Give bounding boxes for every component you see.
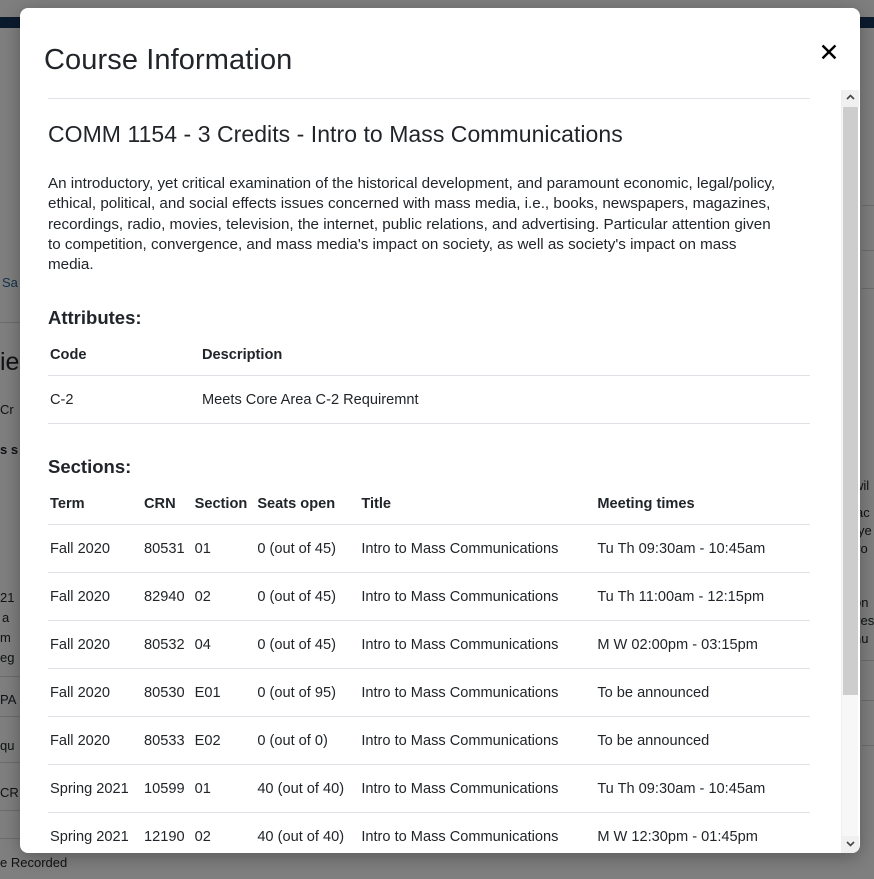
table-cell: Fall 2020 [48,669,142,717]
section-row: Spring 2021105990140 (out of 40)Intro to… [48,765,810,813]
table-cell: Intro to Mass Communications [359,525,595,573]
column-header: Code [48,343,200,376]
column-header: Meeting times [595,492,810,525]
table-cell: Intro to Mass Communications [359,621,595,669]
dialog-scrollbar[interactable] [841,90,858,853]
course-heading: COMM 1154 - 3 Credits - Intro to Mass Co… [48,121,804,148]
table-cell: Intro to Mass Communications [359,669,595,717]
table-cell: Fall 2020 [48,573,142,621]
column-header: Term [48,492,142,525]
attributes-header-row: CodeDescription [48,343,810,376]
attributes-heading: Attributes: [48,307,804,329]
section-row: Fall 202080531010 (out of 45)Intro to Ma… [48,525,810,573]
table-cell: 0 (out of 45) [255,621,359,669]
table-cell: E01 [193,669,256,717]
scrollbar-thumb[interactable] [843,107,858,695]
table-cell: C-2 [48,376,200,424]
section-row: Spring 2021121900240 (out of 40)Intro to… [48,813,810,853]
table-cell: 01 [193,765,256,813]
column-header: Seats open [255,492,359,525]
table-cell: 82940 [142,573,193,621]
table-cell: Fall 2020 [48,717,142,765]
sections-table: TermCRNSectionSeats openTitleMeeting tim… [48,492,810,853]
table-cell: Tu Th 09:30am - 10:45am [595,765,810,813]
table-cell: 10599 [142,765,193,813]
course-description: An introductory, yet critical examinatio… [48,174,781,275]
chevron-down-icon[interactable] [842,836,859,853]
table-cell: 0 (out of 95) [255,669,359,717]
table-cell: 02 [193,573,256,621]
table-cell: Intro to Mass Communications [359,717,595,765]
table-cell: 40 (out of 40) [255,765,359,813]
table-cell: 80533 [142,717,193,765]
sections-heading: Sections: [48,456,804,478]
course-information-dialog: Course Information ✕ COMM 1154 - 3 Credi… [20,8,860,853]
section-row: Fall 202080532040 (out of 45)Intro to Ma… [48,621,810,669]
table-cell: Tu Th 09:30am - 10:45am [595,525,810,573]
table-cell: Tu Th 11:00am - 12:15pm [595,573,810,621]
table-cell: To be announced [595,717,810,765]
table-cell: M W 12:30pm - 01:45pm [595,813,810,853]
table-cell: 40 (out of 40) [255,813,359,853]
sections-header-row: TermCRNSectionSeats openTitleMeeting tim… [48,492,810,525]
table-cell: Fall 2020 [48,525,142,573]
attribute-row: C-2Meets Core Area C-2 Requiremnt [48,376,810,424]
column-header: Title [359,492,595,525]
header-divider [48,98,810,99]
attributes-table: CodeDescription C-2Meets Core Area C-2 R… [48,343,810,424]
table-cell: 0 (out of 45) [255,525,359,573]
table-cell: Intro to Mass Communications [359,573,595,621]
table-cell: Intro to Mass Communications [359,813,595,853]
column-header: CRN [142,492,193,525]
table-cell: 80530 [142,669,193,717]
table-cell: 04 [193,621,256,669]
chevron-up-icon[interactable] [842,90,859,107]
table-cell: 80532 [142,621,193,669]
table-cell: 0 (out of 45) [255,573,359,621]
table-cell: Spring 2021 [48,765,142,813]
section-row: Fall 202080530E010 (out of 95)Intro to M… [48,669,810,717]
column-header: Section [193,492,256,525]
dialog-header: Course Information ✕ [20,8,860,90]
table-cell: Spring 2021 [48,813,142,853]
section-row: Fall 202082940020 (out of 45)Intro to Ma… [48,573,810,621]
table-cell: Meets Core Area C-2 Requiremnt [200,376,810,424]
table-cell: E02 [193,717,256,765]
close-icon[interactable]: ✕ [812,36,846,70]
table-cell: To be announced [595,669,810,717]
table-cell: M W 02:00pm - 03:15pm [595,621,810,669]
table-cell: 01 [193,525,256,573]
table-cell: Fall 2020 [48,621,142,669]
table-cell: 02 [193,813,256,853]
section-row: Fall 202080533E020 (out of 0)Intro to Ma… [48,717,810,765]
table-cell: 12190 [142,813,193,853]
dialog-title: Course Information [44,44,292,77]
column-header: Description [200,343,810,376]
dialog-body: COMM 1154 - 3 Credits - Intro to Mass Co… [20,90,860,853]
table-cell: 80531 [142,525,193,573]
table-cell: 0 (out of 0) [255,717,359,765]
table-cell: Intro to Mass Communications [359,765,595,813]
